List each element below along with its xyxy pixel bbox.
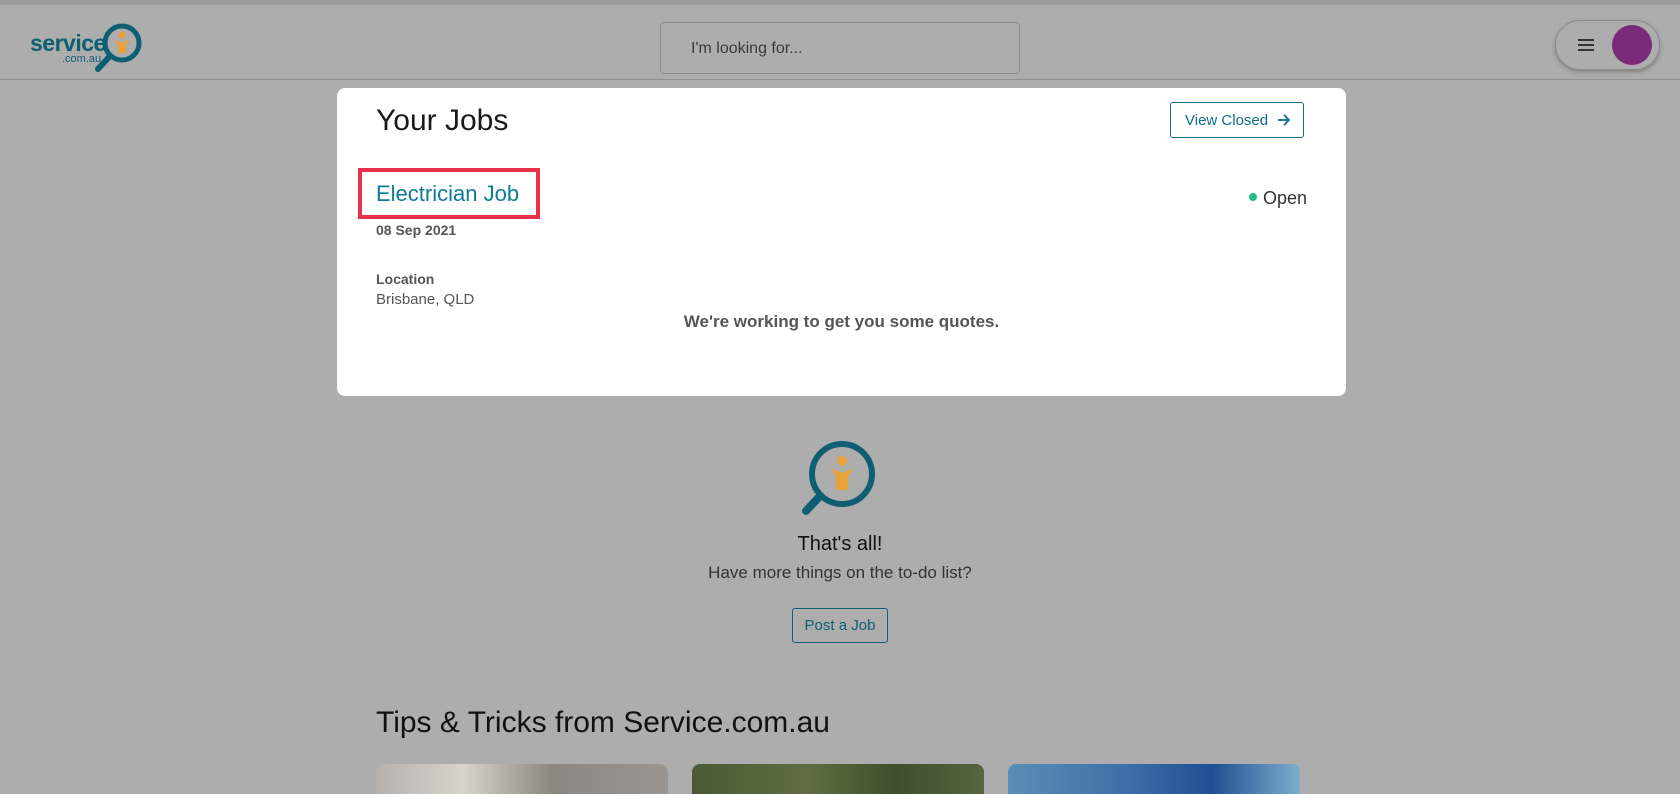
tips-heading: Tips & Tricks from Service.com.au xyxy=(376,706,830,739)
tip-card-image[interactable] xyxy=(376,764,668,794)
view-closed-label: View Closed xyxy=(1185,112,1269,129)
status-text: Open xyxy=(1263,188,1308,208)
location-label: Location xyxy=(376,271,435,287)
avatar xyxy=(1612,25,1652,65)
quotes-message: We're working to get you some quotes. xyxy=(683,312,1000,331)
tip-card-image[interactable] xyxy=(1008,764,1300,794)
job-title-link[interactable]: Electrician Job xyxy=(376,181,519,207)
magnifier-logo-icon xyxy=(95,23,142,72)
user-menu-button[interactable] xyxy=(1555,20,1660,70)
hamburger-icon xyxy=(1578,39,1594,51)
end-subtitle: Have more things on the to-do list? xyxy=(708,563,972,582)
your-jobs-card: Your Jobs View Closed Electrician Job 08… xyxy=(337,88,1346,396)
site-logo[interactable]: service .com.au xyxy=(30,22,150,80)
arrow-right-icon xyxy=(1278,114,1291,126)
site-header: service .com.au I'm looking for... xyxy=(0,5,1680,80)
tip-card-image[interactable] xyxy=(692,764,984,794)
magnifier-mascot-icon xyxy=(802,441,875,515)
status-dot-icon xyxy=(1249,193,1257,202)
job-date: 08 Sep 2021 xyxy=(376,222,457,238)
page-title: Your Jobs xyxy=(376,104,509,137)
search-input[interactable]: I'm looking for... xyxy=(660,22,1020,74)
status-badge: Open xyxy=(1249,188,1307,209)
post-job-button[interactable]: Post a Job xyxy=(792,608,888,643)
location-value: Brisbane, QLD xyxy=(376,291,475,308)
view-closed-button[interactable]: View Closed xyxy=(1170,102,1304,138)
end-title: That's all! xyxy=(797,533,883,555)
